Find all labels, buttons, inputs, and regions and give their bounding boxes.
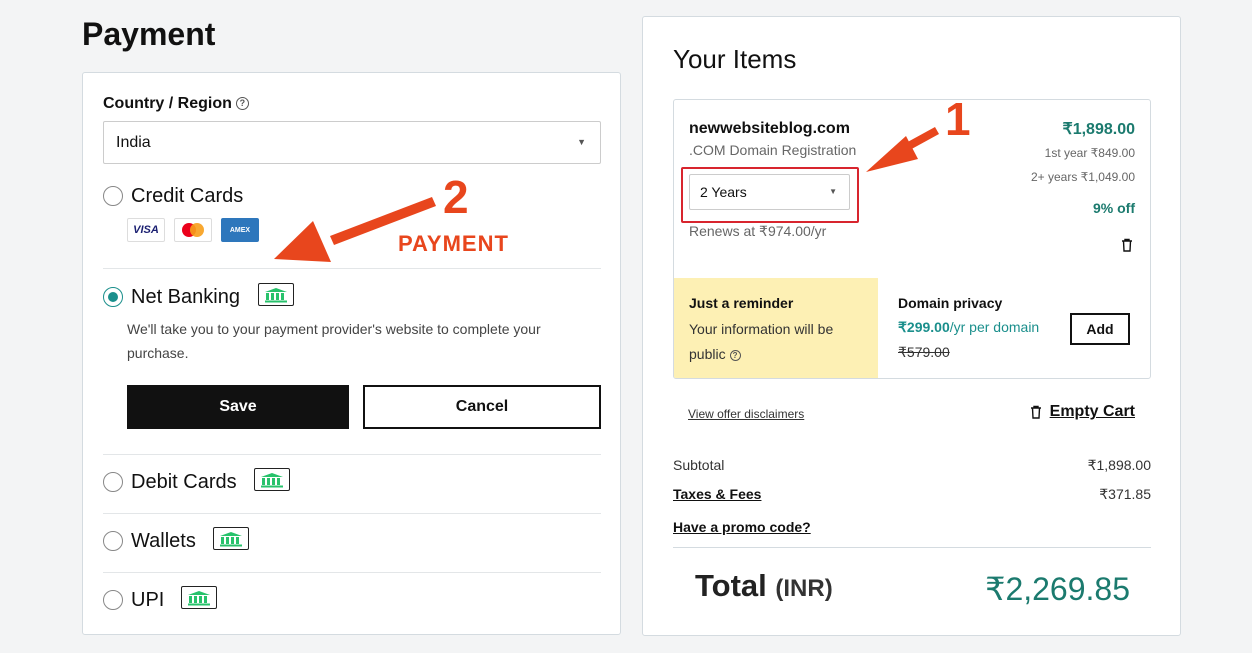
- arrow-2-head: [274, 221, 331, 262]
- annotation-step-1: 1: [945, 93, 971, 145]
- annotation-arrows: [274, 127, 939, 262]
- annotation-payment-text: PAYMENT: [398, 231, 509, 256]
- annotation-step-2: 2: [443, 171, 469, 223]
